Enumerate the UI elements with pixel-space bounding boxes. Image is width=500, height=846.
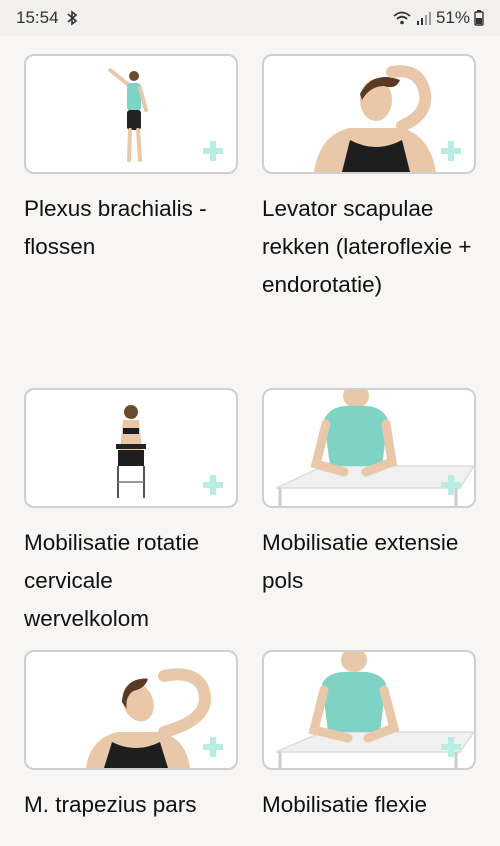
signal-icon bbox=[416, 12, 431, 25]
exercise-thumbnail[interactable] bbox=[24, 388, 238, 508]
exercise-title[interactable]: Plexus brachialis - flossen bbox=[24, 190, 238, 388]
add-icon[interactable] bbox=[202, 474, 224, 496]
battery-percent: 51% bbox=[435, 8, 470, 27]
exercise-title[interactable]: Mobilisatie flexie bbox=[262, 786, 476, 846]
exercise-thumbnail[interactable] bbox=[262, 54, 476, 174]
exercise-card[interactable]: Mobilisatie extensie pols bbox=[262, 388, 476, 650]
add-icon[interactable] bbox=[440, 140, 462, 162]
exercise-card[interactable]: Levator scapulae rekken (lateroflexie + … bbox=[262, 54, 476, 388]
exercise-thumbnail[interactable] bbox=[24, 54, 238, 174]
exercise-title[interactable]: Levator scapulae rekken (lateroflexie + … bbox=[262, 190, 476, 388]
exercise-card[interactable]: Mobilisatie rotatie cervicale wervelkolo… bbox=[24, 388, 238, 650]
status-bar: 15:54 51% bbox=[0, 0, 500, 36]
exercise-title[interactable]: Mobilisatie extensie pols bbox=[262, 524, 476, 650]
add-icon[interactable] bbox=[202, 140, 224, 162]
bluetooth-icon bbox=[67, 10, 77, 26]
exercise-card[interactable]: Mobilisatie flexie bbox=[262, 650, 476, 846]
exercise-thumbnail[interactable] bbox=[262, 388, 476, 508]
battery-icon bbox=[474, 10, 484, 26]
exercise-card[interactable]: Plexus brachialis - flossen bbox=[24, 54, 238, 388]
exercise-title[interactable]: M. trapezius pars bbox=[24, 786, 238, 846]
exercise-title[interactable]: Mobilisatie rotatie cervicale wervelkolo… bbox=[24, 524, 238, 650]
exercise-grid: Plexus brachialis - flossen Levator scap… bbox=[24, 54, 476, 846]
add-icon[interactable] bbox=[440, 474, 462, 496]
clock: 15:54 bbox=[16, 8, 59, 27]
wifi-icon bbox=[393, 11, 411, 25]
exercise-card[interactable]: M. trapezius pars bbox=[24, 650, 238, 846]
add-icon[interactable] bbox=[202, 736, 224, 758]
add-icon[interactable] bbox=[440, 736, 462, 758]
exercise-thumbnail[interactable] bbox=[24, 650, 238, 770]
exercise-thumbnail[interactable] bbox=[262, 650, 476, 770]
